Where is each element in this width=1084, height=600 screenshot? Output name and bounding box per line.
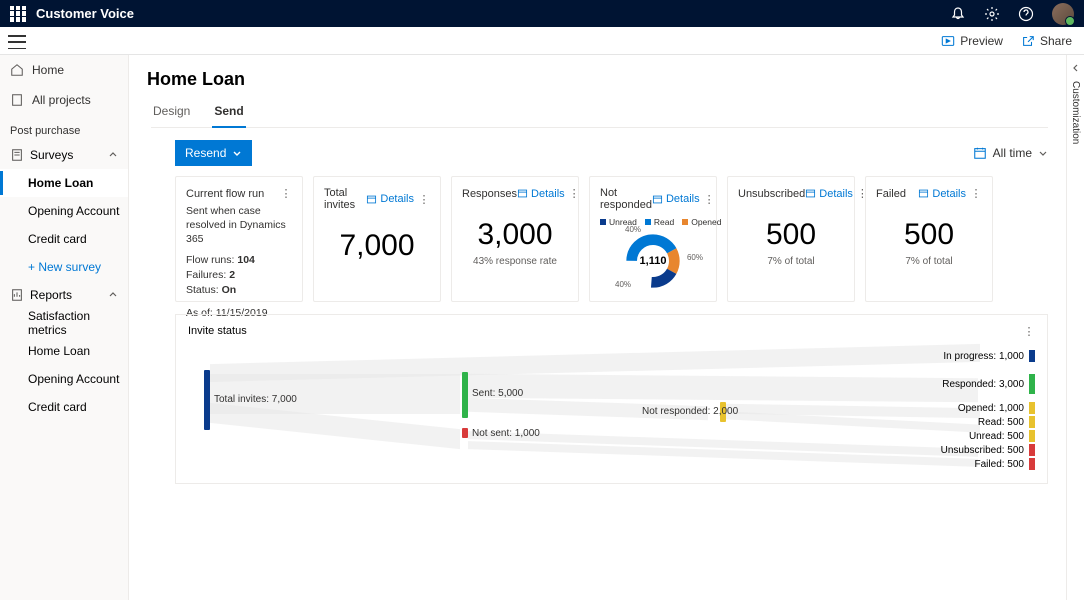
chevron-up-icon <box>108 290 118 300</box>
invite-status-title: Invite status <box>188 325 247 338</box>
sidebar-all-projects-label: All projects <box>32 93 91 107</box>
more-icon[interactable]: ⋮ <box>704 193 715 206</box>
details-icon <box>918 188 929 199</box>
details-link[interactable]: Details <box>918 188 966 200</box>
share-label: Share <box>1040 34 1072 48</box>
sidebar-item-report-credit[interactable]: Credit card <box>0 393 128 421</box>
sankey-end-opened: Opened: 1,000 <box>958 402 1035 414</box>
tab-send[interactable]: Send <box>212 98 245 128</box>
gear-icon[interactable] <box>984 6 1000 22</box>
card-flow-desc: Sent when case resolved in Dynamics 365 <box>186 204 292 247</box>
sidebar-section: Post purchase <box>0 115 128 141</box>
reports-icon <box>10 288 24 302</box>
details-link[interactable]: Details <box>652 193 700 205</box>
sidebar-home-label: Home <box>32 63 64 77</box>
details-icon <box>805 188 816 199</box>
invite-status-panel: Invite status ⋮ Total invites: 7,000 Sen… <box>175 314 1048 484</box>
sankey-not-responded: Not responded: 2,000 <box>642 406 738 417</box>
card-flow-title: Current flow run <box>186 188 280 200</box>
tabs: Design Send <box>151 98 1048 128</box>
sankey-end-inprogress: In progress: 1,000 <box>943 350 1035 362</box>
details-link[interactable]: Details <box>805 188 853 200</box>
projects-icon <box>10 93 24 107</box>
unsub-value: 500 <box>738 218 844 252</box>
preview-label: Preview <box>960 34 1003 48</box>
more-icon[interactable]: ⋮ <box>418 193 430 206</box>
sankey-total-invites: Total invites: 7,000 <box>214 394 297 405</box>
sidebar-item-report-home-loan[interactable]: Home Loan <box>0 337 128 365</box>
sankey-end-read: Read: 500 <box>978 416 1035 428</box>
card-not-responded: Not responded Details ⋮ Unread Read Open… <box>589 176 717 302</box>
card-failed: Failed Details ⋮ 500 7% of total <box>865 176 993 302</box>
sidebar-item-opening-account[interactable]: Opening Account <box>0 197 128 225</box>
top-bar: Customer Voice <box>0 0 1084 27</box>
share-button[interactable]: Share <box>1021 34 1072 48</box>
bell-icon[interactable] <box>950 6 966 22</box>
sankey-end-unsubscribed: Unsubscribed: 500 <box>941 444 1035 456</box>
page-title: Home Loan <box>147 69 1048 90</box>
tab-design[interactable]: Design <box>151 98 192 127</box>
failed-value: 500 <box>876 218 982 252</box>
failed-sub: 7% of total <box>876 256 982 267</box>
help-icon[interactable] <box>1018 6 1034 22</box>
sidebar-item-report-opening[interactable]: Opening Account <box>0 365 128 393</box>
responses-sub: 43% response rate <box>462 256 568 267</box>
sidebar-surveys[interactable]: Surveys <box>0 141 128 169</box>
card-flow-run: Current flow run ⋮ Sent when case resolv… <box>175 176 303 302</box>
sankey-sent: Sent: 5,000 <box>472 388 523 399</box>
sidebar: Home All projects Post purchase Surveys … <box>0 55 129 600</box>
sankey-end-unread: Unread: 500 <box>969 430 1035 442</box>
preview-button[interactable]: Preview <box>941 34 1003 48</box>
sidebar-item-credit-card[interactable]: Credit card <box>0 225 128 253</box>
donut-chart: 1,110 40% 40% 60% <box>621 229 685 293</box>
avatar[interactable] <box>1052 3 1074 25</box>
details-icon <box>366 194 377 205</box>
donut-legend: Unread Read Opened <box>600 217 706 227</box>
sidebar-reports[interactable]: Reports <box>0 281 128 309</box>
action-bar: Preview Share <box>0 27 1084 55</box>
details-link[interactable]: Details <box>517 188 565 200</box>
sankey-end-failed: Failed: 500 <box>975 458 1035 470</box>
donut-center: 1,110 <box>640 255 667 267</box>
card-responses: Responses Details ⋮ 3,000 43% response r… <box>451 176 579 302</box>
sankey-chart: Total invites: 7,000 Sent: 5,000 Not sen… <box>188 344 1035 474</box>
app-launcher-icon[interactable] <box>10 6 26 22</box>
resend-button[interactable]: Resend <box>175 140 252 166</box>
chevron-up-icon <box>108 150 118 160</box>
unsub-sub: 7% of total <box>738 256 844 267</box>
calendar-icon <box>973 146 987 160</box>
sankey-end-responded: Responded: 3,000 <box>942 374 1035 394</box>
customization-label[interactable]: Customization <box>1070 81 1081 144</box>
surveys-icon <box>10 148 24 162</box>
details-icon <box>517 188 528 199</box>
home-icon <box>10 63 24 77</box>
chevron-left-icon[interactable] <box>1071 63 1081 73</box>
card-total-invites: Total invites Details ⋮ 7,000 <box>313 176 441 302</box>
invites-value: 7,000 <box>324 229 430 263</box>
new-survey-link[interactable]: + New survey <box>0 253 128 281</box>
chevron-down-icon <box>1038 148 1048 158</box>
metric-cards: Current flow run ⋮ Sent when case resolv… <box>147 176 1048 302</box>
more-icon[interactable]: ⋮ <box>569 187 580 200</box>
main-content: Home Loan Design Send Resend All time Cu… <box>129 55 1066 600</box>
sidebar-reports-label: Reports <box>30 288 72 302</box>
sidebar-home[interactable]: Home <box>0 55 128 85</box>
card-unsubscribed: Unsubscribed Details ⋮ 500 7% of total <box>727 176 855 302</box>
sidebar-item-satisfaction[interactable]: Satisfaction metrics <box>0 309 128 337</box>
app-title: Customer Voice <box>36 6 134 21</box>
sidebar-item-home-loan[interactable]: Home Loan <box>0 169 128 197</box>
timerange-picker[interactable]: All time <box>973 146 1048 160</box>
more-icon[interactable]: ⋮ <box>1023 325 1035 338</box>
customization-rail: Customization <box>1066 55 1084 600</box>
responses-value: 3,000 <box>462 218 568 252</box>
sidebar-all-projects[interactable]: All projects <box>0 85 128 115</box>
more-icon[interactable]: ⋮ <box>970 187 982 200</box>
sidebar-surveys-label: Surveys <box>30 148 73 162</box>
more-icon[interactable]: ⋮ <box>280 187 292 200</box>
details-link[interactable]: Details <box>366 193 414 205</box>
menu-icon[interactable] <box>8 35 26 49</box>
details-icon <box>652 194 663 205</box>
sankey-not-sent: Not sent: 1,000 <box>472 428 540 439</box>
